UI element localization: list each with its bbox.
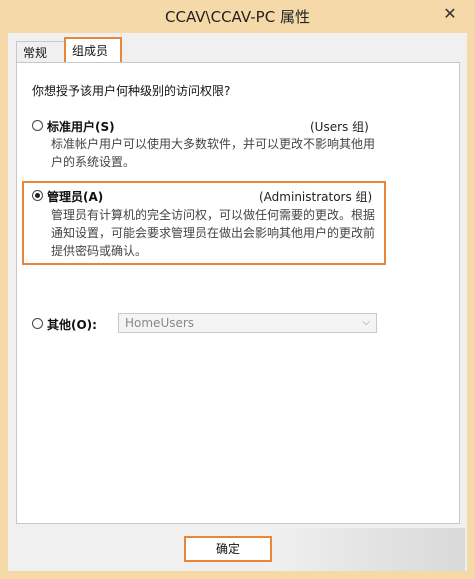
radio-other[interactable] [32, 318, 43, 329]
administrator-description: 管理员有计算机的完全访问权，可以做任何需要的更改。根据 通知设置，可能会要求管理… [51, 208, 376, 258]
standard-user-label[interactable]: 标准用户(S) [47, 118, 115, 135]
tab-general[interactable]: 常规 [16, 41, 66, 62]
tab-panel: 你想授予该用户何种级别的访问权限? 标准用户(S) (Users 组) 标准帐户… [16, 62, 460, 524]
radio-standard-user[interactable] [32, 120, 43, 131]
title-bar: CCAV\CCAV-PC 属性 ✕ [0, 0, 475, 33]
dropdown-value: HomeUsers [125, 316, 195, 330]
close-icon[interactable]: ✕ [439, 4, 461, 24]
administrator-label[interactable]: 管理员(A) [47, 188, 103, 205]
radio-administrator[interactable] [32, 190, 43, 201]
access-level-question: 你想授予该用户何种级别的访问权限? [32, 84, 231, 98]
dialog-body: 常规 组成员 你想授予该用户何种级别的访问权限? 标准用户(S) (Users … [8, 33, 467, 571]
other-group-dropdown[interactable]: HomeUsers ⌵ [118, 313, 377, 333]
chevron-down-icon: ⌵ [362, 317, 370, 328]
window-title: CCAV\CCAV-PC 属性 [165, 8, 310, 26]
administrators-group-label: (Administrators 组) [259, 190, 373, 204]
standard-user-description: 标准帐户用户可以使用大多数软件，并可以更改不影响其他用 户的系统设置。 [51, 137, 376, 169]
other-label[interactable]: 其他(O): [47, 316, 97, 333]
users-group-label: (Users 组) [310, 120, 369, 134]
ok-button[interactable]: 确定 [184, 536, 272, 562]
watermark-smudge [270, 528, 465, 571]
